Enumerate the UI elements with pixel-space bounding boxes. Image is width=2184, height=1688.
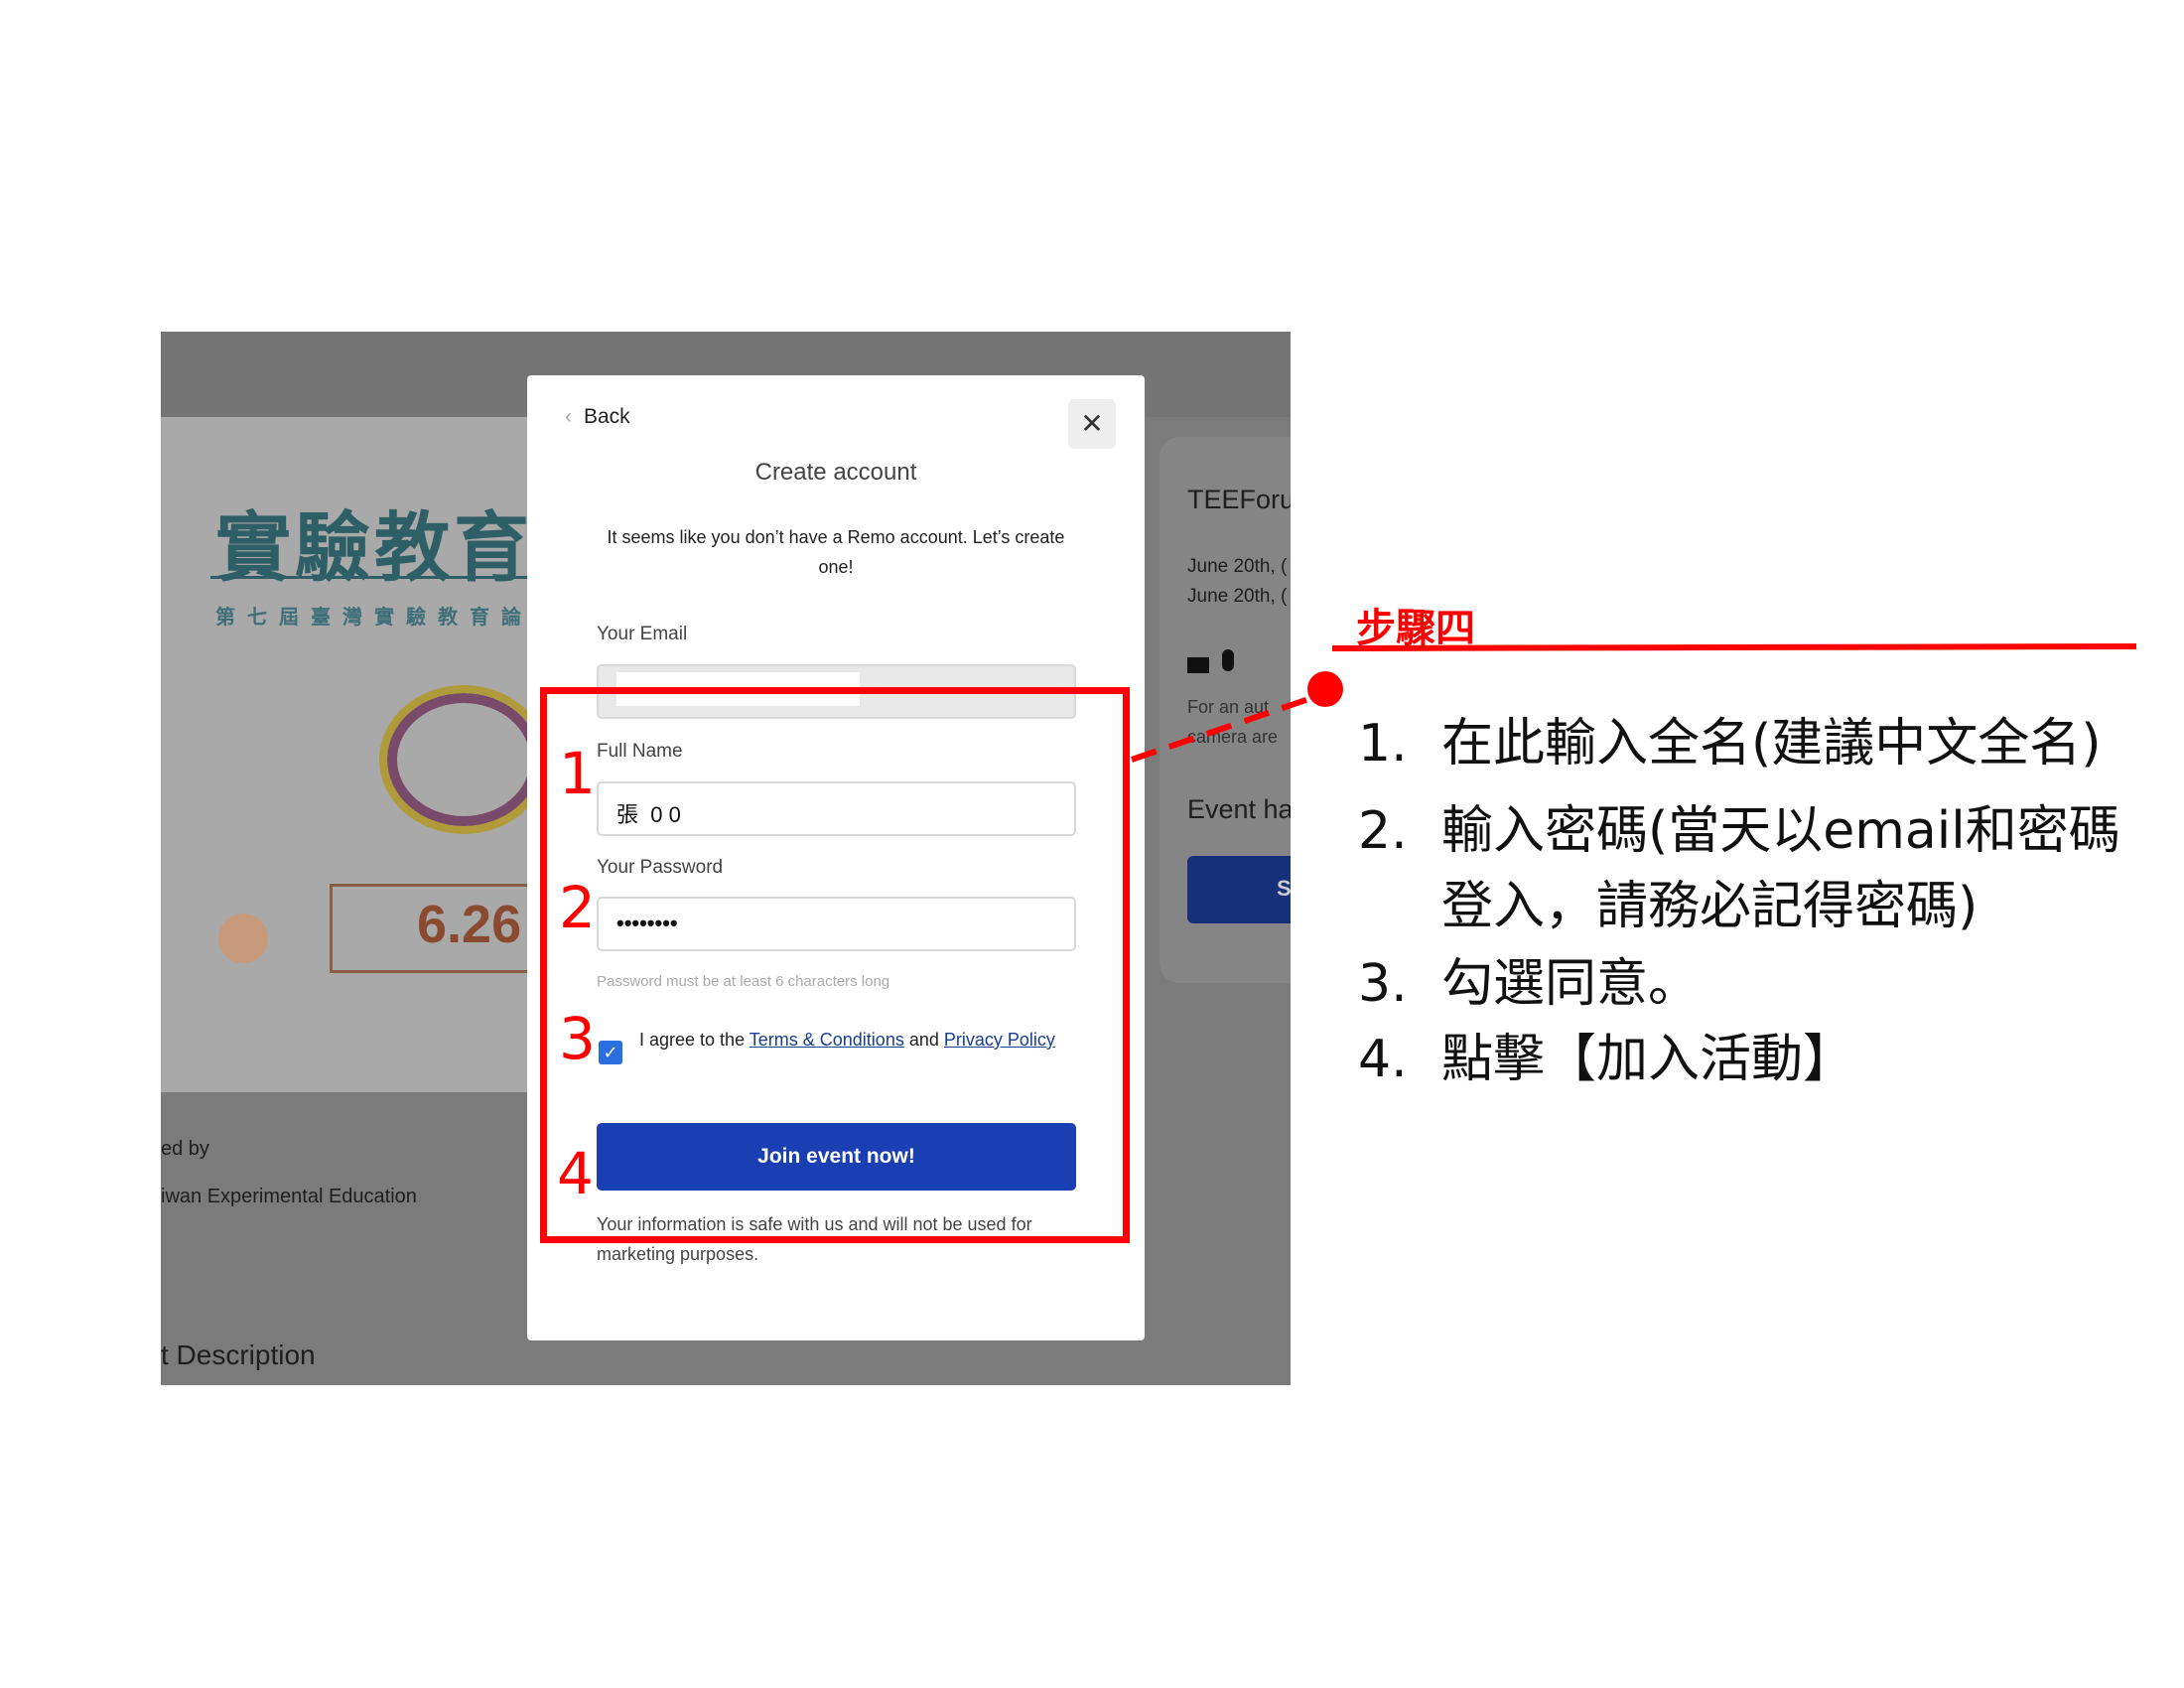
instruction-3: 3. 勾選同意。 xyxy=(1358,954,1701,1014)
instruction-2-cont: 登入，請務必記得密碼) xyxy=(1441,877,1979,936)
instruction-2: 2. 輸入密碼(當天以email和密碼 xyxy=(1358,801,2120,861)
instruction-4: 4. 點擊【加入活動】 xyxy=(1358,1030,1855,1089)
step-title: 步驟四 xyxy=(1356,607,1475,650)
connector-dot xyxy=(1307,671,1343,707)
instruction-1: 1. 在此輸入全名(建議中文全名) xyxy=(1358,714,2102,774)
